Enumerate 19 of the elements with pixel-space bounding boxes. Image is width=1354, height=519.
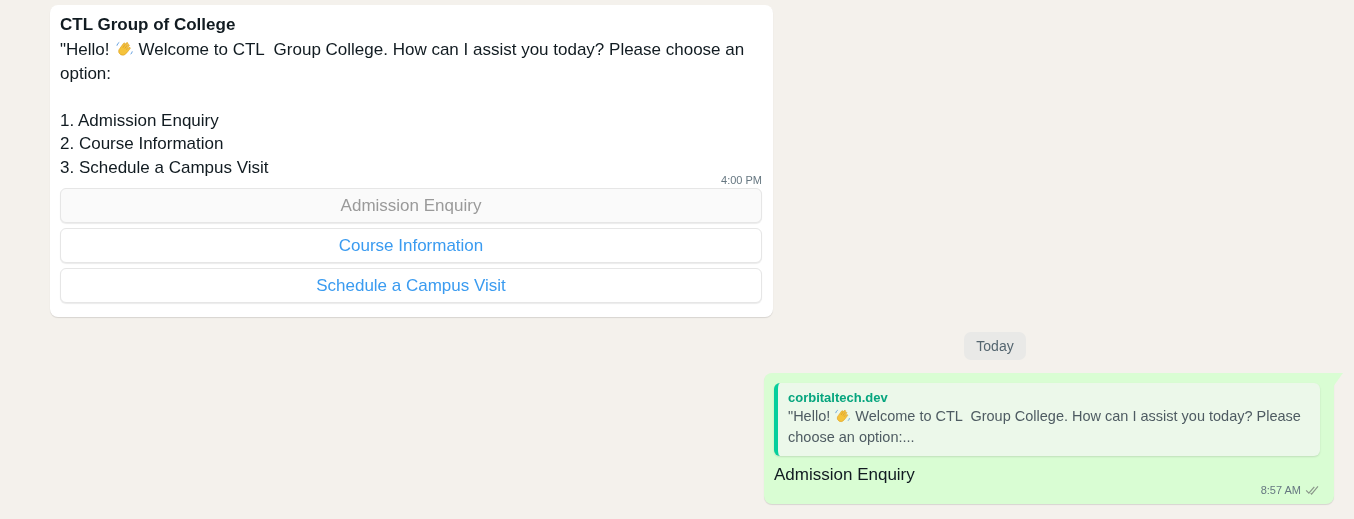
- option-text: 1. Admission Enquiry: [60, 109, 220, 132]
- quick-reply-button[interactable]: Schedule a Campus Visit: [60, 268, 762, 303]
- quoted-message[interactable]: corbitaltech.dev "Hello! Welcome to CTL Group College. How can I assist you today? Please choose an option:...: [774, 383, 1320, 456]
- message-text: Admission Enquiry: [774, 464, 916, 486]
- greeting-text: "Hello!: [60, 39, 110, 61]
- message-text: Welcome to CTL Group College. How can I assist you today? Please choose an: [138, 39, 745, 61]
- quick-reply-button[interactable]: Course Information: [60, 228, 762, 263]
- option-text: 2. Course Information: [60, 133, 225, 155]
- sender-name: CTL Group of College: [60, 14, 237, 36]
- greeting-text: "Hello!: [788, 407, 831, 426]
- message-text: option:: [60, 62, 112, 85]
- waving-hand-icon: [834, 408, 852, 425]
- quote-author: corbitaltech.dev: [788, 389, 889, 406]
- message-time: 4:00 PM: [720, 173, 762, 187]
- quote-text: Welcome to CTL Group College. How can I assist you today? Please: [855, 407, 1301, 426]
- quote-text: choose an option:...: [788, 428, 915, 447]
- option-text: 3. Schedule a Campus Visit: [60, 156, 270, 179]
- message-time: 8:57 AM: [1260, 484, 1301, 496]
- date-chip: Today: [964, 332, 1026, 360]
